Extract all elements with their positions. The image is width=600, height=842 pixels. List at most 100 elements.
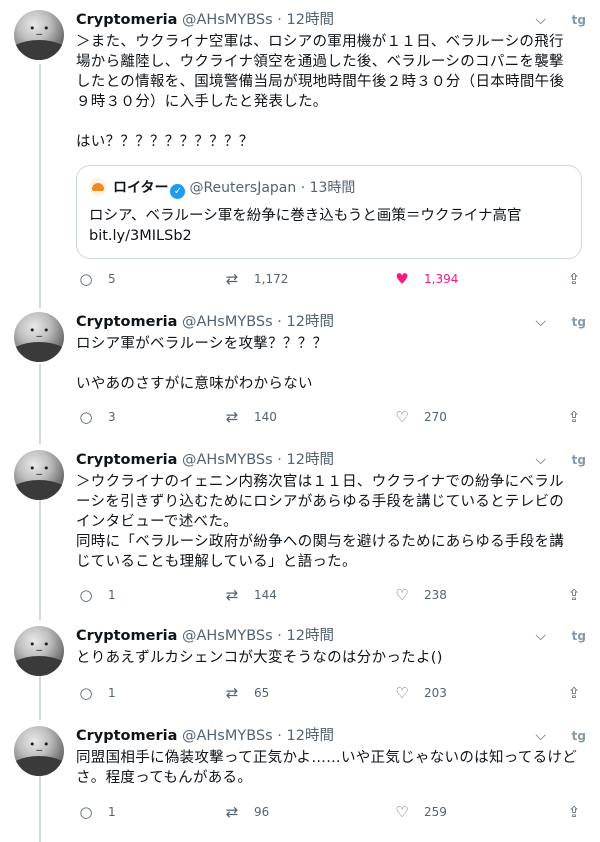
reply-count: 5 bbox=[108, 271, 116, 286]
like-count: 259 bbox=[424, 804, 447, 819]
tweet-actions: ○ 1 ⇄ 65 ♡ 203 ⇪ bbox=[76, 682, 582, 702]
tweet-header: Cryptomeria @AHsMYBSs · 12時間 bbox=[76, 726, 586, 746]
speech-bubble-icon: ○ bbox=[79, 683, 93, 702]
tweet-text: とりあえずルカシェンコが大変そうなのは分かったよ() bbox=[76, 650, 443, 666]
timestamp[interactable]: 12時間 bbox=[287, 314, 334, 330]
user-handle[interactable]: @AHsMYBSs bbox=[182, 728, 273, 744]
timestamp[interactable]: 12時間 bbox=[287, 728, 334, 744]
like-button[interactable]: ♡ 259 bbox=[392, 801, 447, 821]
reply-count: 1 bbox=[108, 804, 116, 819]
tweet-content: Cryptomeria @AHsMYBSs · 12時間 ⌵ tg ロシア軍がベ… bbox=[76, 312, 586, 426]
separator-dot: · bbox=[277, 314, 282, 330]
speech-bubble-icon: ○ bbox=[79, 269, 93, 288]
retweet-arrows-icon: ⇄ bbox=[225, 585, 239, 604]
tweet[interactable]: •_• Cryptomeria @AHsMYBSs · 12時間 ⌵ tg ＞ウ… bbox=[0, 450, 600, 610]
retweet-button[interactable]: ⇄ 140 bbox=[222, 406, 277, 426]
tweet[interactable]: •_• Cryptomeria @AHsMYBSs · 12時間 ⌵ tg とり… bbox=[0, 626, 600, 706]
tweet[interactable]: •_• Cryptomeria @AHsMYBSs · 12時間 ⌵ tg ロシ… bbox=[0, 312, 600, 432]
tweetdeck-icon: tg bbox=[571, 729, 586, 743]
speech-bubble-icon: ○ bbox=[79, 802, 93, 821]
reply-button[interactable]: ○ 5 bbox=[76, 268, 116, 288]
share-button[interactable]: ⇪ bbox=[564, 406, 584, 426]
user-handle: @ReutersJapan bbox=[189, 180, 297, 196]
avatar[interactable]: •_• bbox=[14, 726, 64, 776]
timestamp[interactable]: 12時間 bbox=[287, 12, 334, 28]
share-upload-icon: ⇪ bbox=[567, 407, 581, 426]
retweet-arrows-icon: ⇄ bbox=[225, 407, 239, 426]
tweet-actions: ○ 1 ⇄ 96 ♡ 259 ⇪ bbox=[76, 801, 582, 821]
avatar[interactable]: •_• bbox=[14, 450, 64, 500]
chevron-down-icon[interactable]: ⌵ bbox=[535, 312, 546, 332]
tweet-actions: ○ 1 ⇄ 144 ♡ 238 ⇪ bbox=[76, 584, 582, 604]
retweet-arrows-icon: ⇄ bbox=[225, 683, 239, 702]
user-handle[interactable]: @AHsMYBSs bbox=[182, 12, 273, 28]
share-upload-icon: ⇪ bbox=[567, 683, 581, 702]
share-button[interactable]: ⇪ bbox=[564, 268, 584, 288]
like-count: 238 bbox=[424, 587, 447, 602]
reply-count: 1 bbox=[108, 685, 116, 700]
share-button[interactable]: ⇪ bbox=[564, 801, 584, 821]
retweet-button[interactable]: ⇄ 65 bbox=[222, 682, 270, 702]
display-name[interactable]: Cryptomeria bbox=[76, 452, 177, 468]
tweet-header: Cryptomeria @AHsMYBSs · 12時間 bbox=[76, 10, 586, 30]
retweet-arrows-icon: ⇄ bbox=[225, 269, 239, 288]
like-button[interactable]: ♡ 203 bbox=[392, 682, 447, 702]
like-button[interactable]: ♡ 270 bbox=[392, 406, 447, 426]
display-name[interactable]: Cryptomeria bbox=[76, 728, 177, 744]
user-handle[interactable]: @AHsMYBSs bbox=[182, 314, 273, 330]
retweet-count: 1,172 bbox=[254, 271, 289, 286]
verified-badge-icon: ✓ bbox=[170, 184, 186, 199]
user-handle[interactable]: @AHsMYBSs bbox=[182, 628, 273, 644]
tweet[interactable]: •_• Cryptomeria @AHsMYBSs · 12時間 ⌵ tg 同盟… bbox=[0, 726, 600, 826]
chevron-down-icon[interactable]: ⌵ bbox=[535, 10, 546, 30]
share-button[interactable]: ⇪ bbox=[564, 682, 584, 702]
display-name: ロイター bbox=[113, 180, 169, 196]
quote-header: ロイター ✓ @ReutersJapan · 13時間 bbox=[89, 178, 355, 199]
tweetdeck-icon: tg bbox=[571, 13, 586, 27]
reply-button[interactable]: ○ 1 bbox=[76, 682, 116, 702]
avatar[interactable]: •_• bbox=[14, 312, 64, 362]
separator-dot: · bbox=[277, 452, 282, 468]
tweetdeck-icon: tg bbox=[571, 315, 586, 329]
retweet-button[interactable]: ⇄ 144 bbox=[222, 584, 277, 604]
retweet-button[interactable]: ⇄ 96 bbox=[222, 801, 270, 821]
tweet-text: ＞ウクライナのイェニン内務次官は１１日、ウクライナでの紛争にベラル ーシを引きず… bbox=[76, 474, 565, 570]
reply-count: 1 bbox=[108, 587, 116, 602]
like-button[interactable]: ♡ 238 bbox=[392, 584, 447, 604]
avatar[interactable]: •_• bbox=[14, 626, 64, 676]
chevron-down-icon[interactable]: ⌵ bbox=[535, 726, 546, 746]
heart-icon: ♡ bbox=[395, 683, 409, 702]
tweet-content: Cryptomeria @AHsMYBSs · 12時間 ⌵ tg とりあえずル… bbox=[76, 626, 586, 702]
chevron-down-icon[interactable]: ⌵ bbox=[535, 626, 546, 646]
tweet-content: Cryptomeria @AHsMYBSs · 12時間 ⌵ tg ＞ウクライナ… bbox=[76, 450, 586, 604]
heart-icon: ♥ bbox=[395, 269, 409, 288]
user-handle[interactable]: @AHsMYBSs bbox=[182, 452, 273, 468]
like-count: 1,394 bbox=[424, 271, 459, 286]
tweet-actions: ○ 3 ⇄ 140 ♡ 270 ⇪ bbox=[76, 406, 582, 426]
timestamp[interactable]: 12時間 bbox=[287, 628, 334, 644]
reply-button[interactable]: ○ 1 bbox=[76, 801, 116, 821]
share-button[interactable]: ⇪ bbox=[564, 584, 584, 604]
retweet-count: 65 bbox=[254, 685, 270, 700]
timestamp[interactable]: 12時間 bbox=[287, 452, 334, 468]
like-count: 203 bbox=[424, 685, 447, 700]
display-name[interactable]: Cryptomeria bbox=[76, 314, 177, 330]
quote-tweet[interactable]: ロイター ✓ @ReutersJapan · 13時間 ロシア、ベラルーシ軍を紛争に… bbox=[76, 165, 582, 259]
tweet-content: Cryptomeria @AHsMYBSs · 12時間 ⌵ tg ＞また、ウク… bbox=[76, 10, 586, 288]
reply-button[interactable]: ○ 1 bbox=[76, 584, 116, 604]
tweetdeck-icon: tg bbox=[571, 629, 586, 643]
like-button[interactable]: ♥ 1,394 bbox=[392, 268, 458, 288]
retweet-count: 144 bbox=[254, 587, 277, 602]
chevron-down-icon[interactable]: ⌵ bbox=[535, 450, 546, 470]
tweetdeck-icon: tg bbox=[571, 453, 586, 467]
reply-button[interactable]: ○ 3 bbox=[76, 406, 115, 426]
display-name[interactable]: Cryptomeria bbox=[76, 628, 177, 644]
tweet-text: ロシア軍がベラルーシを攻撃？？？？ いやあのさすがに意味がわからない bbox=[76, 336, 328, 392]
avatar bbox=[89, 178, 107, 196]
speech-bubble-icon: ○ bbox=[79, 407, 93, 426]
avatar[interactable]: •_• bbox=[14, 10, 64, 60]
tweet[interactable]: •_• Cryptomeria @AHsMYBSs · 12時間 ⌵ tg ＞ま… bbox=[0, 10, 600, 300]
retweet-button[interactable]: ⇄ 1,172 bbox=[222, 268, 289, 288]
display-name[interactable]: Cryptomeria bbox=[76, 12, 177, 28]
tweet-text: 同盟国相手に偽装攻撃って正気かよ……いや正気じゃないのは知ってるけど さ。程度っ… bbox=[76, 750, 578, 786]
